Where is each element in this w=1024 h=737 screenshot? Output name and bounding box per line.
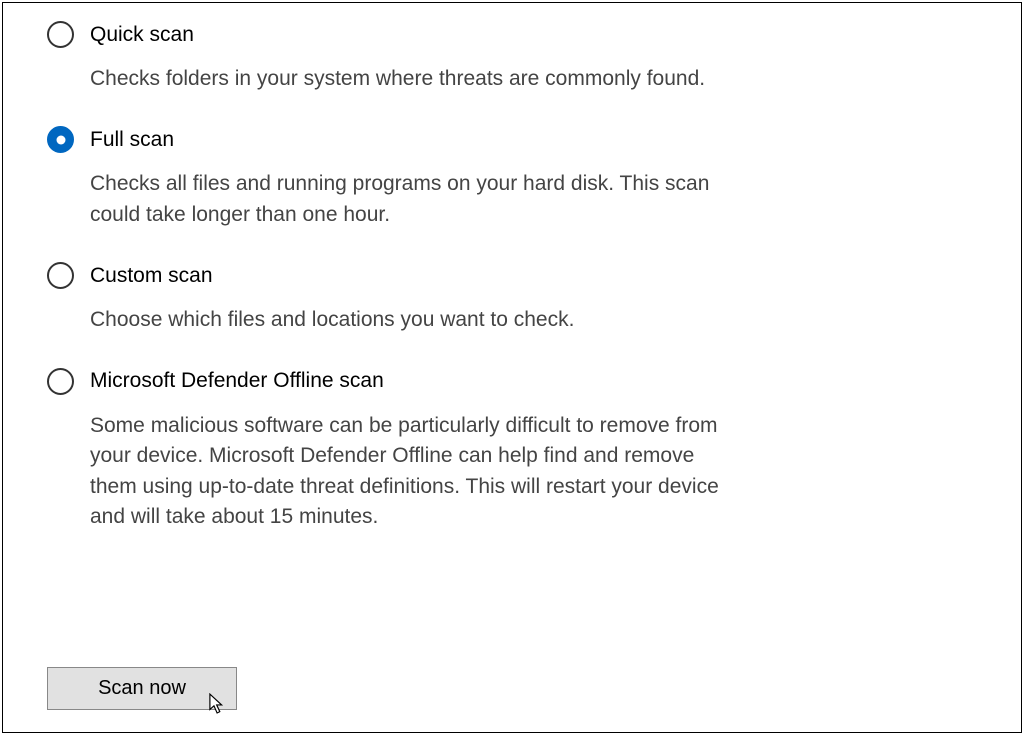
option-full-scan: Full scan Checks all files and running p… xyxy=(47,126,977,230)
option-title-quick: Quick scan xyxy=(90,23,194,47)
scan-now-button[interactable]: Scan now xyxy=(47,667,237,710)
option-custom-scan: Custom scan Choose which files and locat… xyxy=(47,262,977,335)
option-title-offline: Microsoft Defender Offline scan xyxy=(90,369,384,393)
option-description-custom: Choose which files and locations you wan… xyxy=(90,305,740,335)
radio-custom-scan[interactable] xyxy=(47,262,74,289)
option-title-custom: Custom scan xyxy=(90,264,213,288)
option-description-offline: Some malicious software can be particula… xyxy=(90,411,740,533)
option-offline-scan: Microsoft Defender Offline scan Some mal… xyxy=(47,368,977,533)
option-quick-scan: Quick scan Checks folders in your system… xyxy=(47,21,977,94)
radio-offline-scan[interactable] xyxy=(47,368,74,395)
radio-quick-scan[interactable] xyxy=(47,21,74,48)
radio-full-scan[interactable] xyxy=(47,126,74,153)
option-description-full: Checks all files and running programs on… xyxy=(90,169,740,230)
scan-options-panel: Quick scan Checks folders in your system… xyxy=(2,2,1022,733)
option-title-full: Full scan xyxy=(90,128,174,152)
option-description-quick: Checks folders in your system where thre… xyxy=(90,64,740,94)
